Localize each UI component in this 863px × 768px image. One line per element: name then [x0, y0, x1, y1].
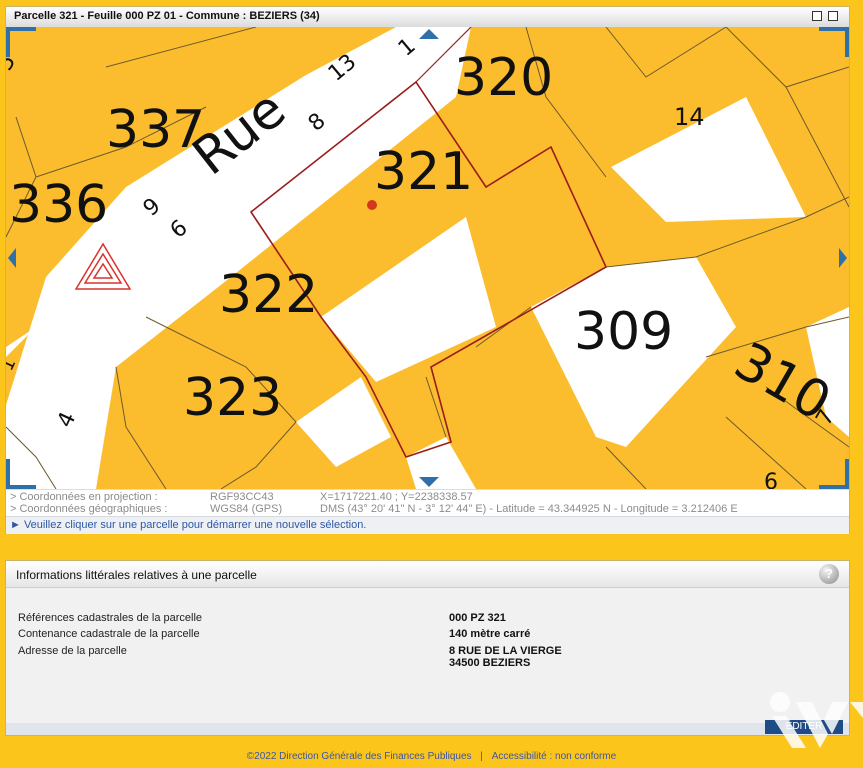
info-panel-title: Informations littérales relatives à une … [16, 568, 257, 582]
field-value-address-street: 8 RUE DE LA VIERGE [449, 645, 562, 657]
parcel-label-322: 322 [219, 265, 318, 325]
selection-hint: ► Veuillez cliquer sur une parcelle pour… [6, 516, 849, 534]
projection-label: > Coordonnées en projection : [10, 491, 158, 503]
field-label-reference: Références cadastrales de la parcelle [18, 612, 203, 624]
parcel-label-336: 336 [9, 175, 108, 235]
maximize-icon[interactable] [828, 11, 838, 21]
help-icon[interactable]: ? [819, 564, 839, 584]
geo-label: > Coordonnées géographiques : [10, 503, 168, 515]
parcel-info-panel: Informations littérales relatives à une … [5, 560, 850, 736]
parcel-label-323: 323 [183, 368, 282, 428]
field-label-area: Contenance cadastrale de la parcelle [18, 628, 200, 640]
footer-separator: | [480, 751, 483, 762]
house-number: 6 [764, 470, 778, 489]
projection-system: RGF93CC43 [210, 491, 274, 503]
info-panel-header: Informations littérales relatives à une … [6, 561, 849, 588]
parcel-label-320: 320 [454, 48, 553, 108]
accessibility-link[interactable]: Accessibilité : non conforme [492, 751, 617, 762]
cadastral-map[interactable]: 337 336 320 321 322 323 309 310 Rue 5 13… [6, 27, 849, 489]
geo-system: WGS84 (GPS) [210, 503, 283, 515]
geo-value: DMS (43° 20' 41" N - 3° 12' 44" E) - Lat… [320, 503, 738, 515]
parcel-label-321: 321 [374, 142, 473, 202]
projection-value: X=1717221.40 ; Y=2238338.57 [320, 491, 473, 503]
parcel-label-309: 309 [574, 302, 673, 362]
field-label-address: Adresse de la parcelle [18, 645, 127, 657]
field-value-address-city: 34500 BEZIERS [449, 657, 531, 669]
field-value-reference: 000 PZ 321 [449, 612, 506, 624]
map-titlebar: Parcelle 321 - Feuille 000 PZ 01 - Commu… [6, 7, 849, 28]
info-panel-footer [6, 723, 849, 735]
copyright-text: ©2022 Direction Générale des Finances Pu… [246, 751, 472, 762]
page-footer: ©2022 Direction Générale des Finances Pu… [0, 751, 863, 762]
selection-hint-text: ► Veuillez cliquer sur une parcelle pour… [10, 519, 367, 531]
map-window: Parcelle 321 - Feuille 000 PZ 01 - Commu… [5, 6, 850, 534]
restore-icon[interactable] [812, 11, 822, 21]
coordinates-bar: > Coordonnées en projection : RGF93CC43 … [6, 489, 849, 517]
window-title: Parcelle 321 - Feuille 000 PZ 01 - Commu… [14, 10, 320, 22]
watermark-logo [770, 692, 863, 748]
field-value-area: 140 mètre carré [449, 628, 531, 640]
house-number: 14 [674, 103, 705, 131]
